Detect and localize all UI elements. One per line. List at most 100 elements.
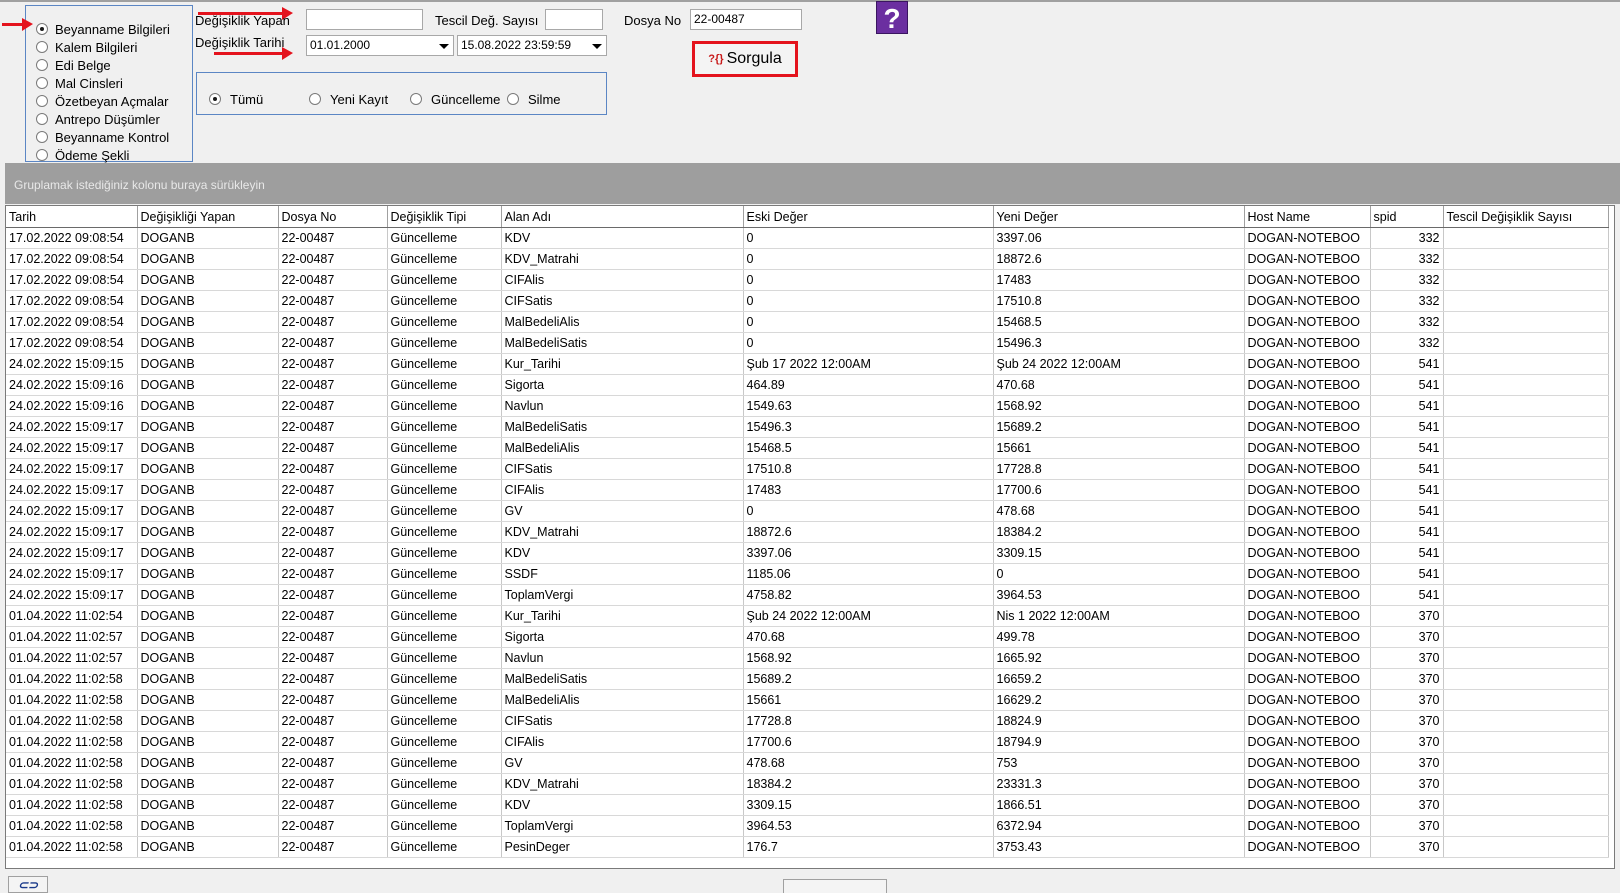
column-header[interactable]: Değişikliği Yapan [137,206,279,228]
table-cell: DOGAN-NOTEBOO [1244,710,1371,732]
table-row[interactable]: 24.02.2022 15:09:17 DOGANB 22-00487 Güncell… [6,479,1609,501]
radio-button[interactable] [36,131,48,143]
radio-button[interactable] [36,23,48,35]
group-by-drop-area[interactable]: Gruplamak istediğiniz kolonu buraya sürü… [5,163,1620,204]
table-row[interactable]: 24.02.2022 15:09:17 DOGANB 22-00487 Güncell… [6,542,1609,564]
column-header[interactable]: Alan Adı [501,206,744,228]
table-cell: CIFSatis [501,710,744,732]
radio-button[interactable] [36,149,48,161]
filter-option[interactable]: Tümü [209,91,263,107]
table-row[interactable]: 01.04.2022 11:02:58 DOGANB 22-00487 Güncell… [6,668,1609,690]
radio-button[interactable] [410,93,422,105]
date-to-picker[interactable]: 15.08.2022 23:59:59 [457,35,607,56]
table-cell: 24.02.2022 15:09:17 [6,416,138,438]
radio-button[interactable] [36,95,48,107]
radio-button[interactable] [36,113,48,125]
table-row[interactable]: 01.04.2022 11:02:58 DOGANB 22-00487 Güncell… [6,815,1609,837]
table-row[interactable]: 01.04.2022 11:02:58 DOGANB 22-00487 Güncell… [6,794,1609,816]
table-row[interactable]: 17.02.2022 09:08:54 DOGANB 22-00487 Güncell… [6,332,1609,354]
radio-option[interactable]: Ödeme Şekli [36,146,129,164]
table-row[interactable]: 24.02.2022 15:09:17 DOGANB 22-00487 Güncell… [6,521,1609,543]
table-row[interactable]: 24.02.2022 15:09:17 DOGANB 22-00487 Güncell… [6,563,1609,585]
table-row[interactable]: 24.02.2022 15:09:17 DOGANB 22-00487 Güncell… [6,584,1609,606]
table-row[interactable]: 17.02.2022 09:08:54 DOGANB 22-00487 Güncell… [6,248,1609,270]
table-cell: 332 [1370,269,1444,291]
radio-button[interactable] [309,93,321,105]
table-cell: DOGANB [137,605,279,627]
column-header[interactable]: Dosya No [278,206,388,228]
bottom-button[interactable] [783,879,887,893]
filter-option[interactable]: Güncelleme [410,91,500,107]
table-row[interactable]: 24.02.2022 15:09:15 DOGANB 22-00487 Güncell… [6,353,1609,375]
radio-button[interactable] [507,93,519,105]
date-from-value: 01.01.2000 [310,38,371,52]
radio-option[interactable]: Beyanname Kontrol [36,128,169,146]
table-cell [1443,647,1609,669]
radio-option[interactable]: Beyanname Bilgileri [36,20,170,38]
table-cell: Güncelleme [387,332,502,354]
table-cell: 16659.2 [993,668,1245,690]
table-row[interactable]: 24.02.2022 15:09:16 DOGANB 22-00487 Güncell… [6,374,1609,396]
radio-option[interactable]: Mal Cinsleri [36,74,123,92]
table-cell: 22-00487 [278,290,388,312]
table-row[interactable]: 24.02.2022 15:09:17 DOGANB 22-00487 Güncell… [6,437,1609,459]
radio-button[interactable] [36,59,48,71]
radio-button[interactable] [36,77,48,89]
table-row[interactable]: 01.04.2022 11:02:58 DOGANB 22-00487 Güncell… [6,689,1609,711]
sorgula-button[interactable]: ?{} Sorgula [692,41,798,77]
degisiklik-yapan-input[interactable] [306,9,423,30]
tescil-input[interactable] [545,9,603,30]
table-cell: 22-00487 [278,395,388,417]
radio-option[interactable]: Antrepo Düşümler [36,110,160,128]
table-row[interactable]: 17.02.2022 09:08:54 DOGANB 22-00487 Güncell… [6,269,1609,291]
table-row[interactable]: 01.04.2022 11:02:54 DOGANB 22-00487 Güncell… [6,605,1609,627]
filter-option[interactable]: Yeni Kayıt [309,91,388,107]
table-cell: DOGAN-NOTEBOO [1244,773,1371,795]
table-row[interactable]: 01.04.2022 11:02:57 DOGANB 22-00487 Güncell… [6,647,1609,669]
table-cell: 18384.2 [743,773,994,795]
radio-button[interactable] [36,41,48,53]
table-row[interactable]: 24.02.2022 15:09:17 DOGANB 22-00487 Güncell… [6,500,1609,522]
table-cell: 17.02.2022 09:08:54 [6,332,138,354]
table-row[interactable]: 01.04.2022 11:02:58 DOGANB 22-00487 Güncell… [6,773,1609,795]
group-by-hint: Gruplamak istediğiniz kolonu buraya sürü… [14,178,265,192]
table-row[interactable]: 01.04.2022 11:02:58 DOGANB 22-00487 Güncell… [6,710,1609,732]
radio-button[interactable] [209,93,221,105]
table-row[interactable]: 24.02.2022 15:09:17 DOGANB 22-00487 Güncell… [6,416,1609,438]
filter-option[interactable]: Silme [507,91,561,107]
table-cell: 541 [1370,395,1444,417]
column-header[interactable]: Tescil Değişiklik Sayısı [1443,206,1609,228]
export-icon[interactable]: ⊂⊃ [8,876,48,893]
table-row[interactable]: 01.04.2022 11:02:58 DOGANB 22-00487 Güncell… [6,752,1609,774]
table-cell: DOGANB [137,269,279,291]
chevron-down-icon[interactable] [592,44,602,49]
column-header[interactable]: Eski Değer [743,206,994,228]
column-header[interactable]: Yeni Değer [993,206,1245,228]
window-top-border [0,0,1620,2]
table-cell: 22-00487 [278,626,388,648]
table-cell: 17.02.2022 09:08:54 [6,248,138,270]
column-header[interactable]: Tarih [6,206,138,228]
table-row[interactable]: 17.02.2022 09:08:54 DOGANB 22-00487 Güncell… [6,290,1609,312]
column-header[interactable]: Değişiklik Tipi [387,206,502,228]
table-row[interactable]: 01.04.2022 11:02:57 DOGANB 22-00487 Güncell… [6,626,1609,648]
table-row[interactable]: 24.02.2022 15:09:17 DOGANB 22-00487 Güncell… [6,458,1609,480]
dosya-no-input[interactable]: 22-00487 [690,9,802,30]
chevron-down-icon[interactable] [439,44,449,49]
help-button[interactable]: ? [876,1,908,34]
column-header[interactable]: spid [1370,206,1444,228]
table-row[interactable]: 24.02.2022 15:09:16 DOGANB 22-00487 Güncell… [6,395,1609,417]
radio-option[interactable]: Özetbeyan Açmalar [36,92,168,110]
radio-option[interactable]: Edi Belge [36,56,111,74]
date-from-picker[interactable]: 01.01.2000 [306,35,454,56]
table-row[interactable]: 17.02.2022 09:08:54 DOGANB 22-00487 Güncell… [6,227,1609,249]
table-row[interactable]: 01.04.2022 11:02:58 DOGANB 22-00487 Güncell… [6,836,1609,858]
table-cell: Navlun [501,647,744,669]
annotation-arrow-radio [2,18,33,31]
table-cell: 15496.3 [993,332,1245,354]
column-header[interactable]: Host Name [1244,206,1371,228]
table-row[interactable]: 01.04.2022 11:02:58 DOGANB 22-00487 Güncell… [6,731,1609,753]
table-row[interactable]: 17.02.2022 09:08:54 DOGANB 22-00487 Güncell… [6,311,1609,333]
radio-option[interactable]: Kalem Bilgileri [36,38,137,56]
table-cell: 15661 [743,689,994,711]
